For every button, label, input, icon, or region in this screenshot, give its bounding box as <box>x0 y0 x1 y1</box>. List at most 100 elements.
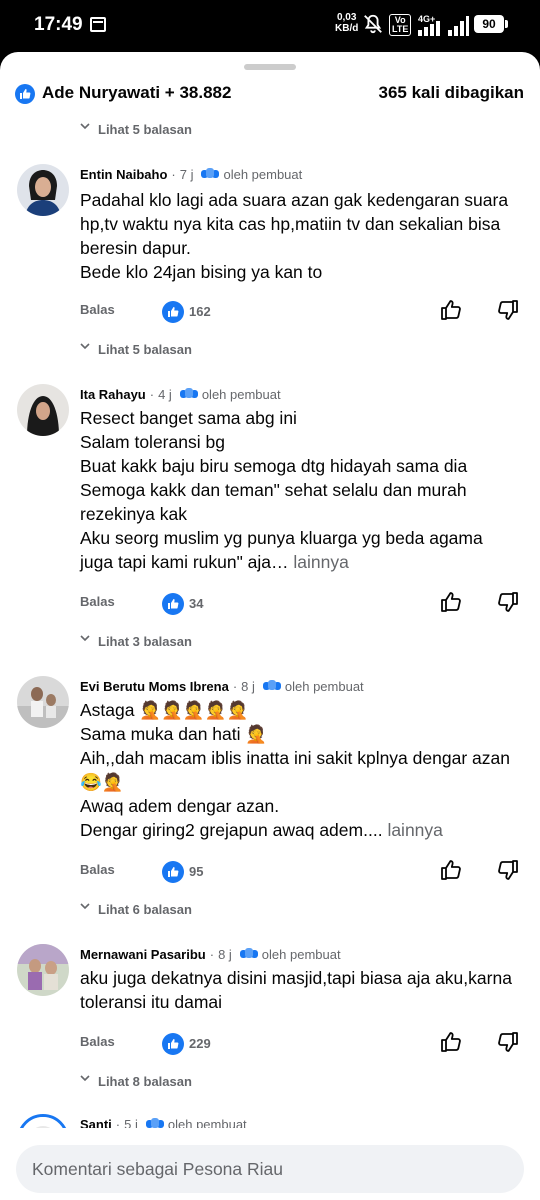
commenter-name[interactable]: Entin Naibaho <box>80 167 167 182</box>
like-icon <box>162 301 184 323</box>
calendar-icon <box>90 17 106 32</box>
thumb-down-icon[interactable] <box>496 858 520 882</box>
chevron-down-icon <box>80 635 90 642</box>
reply-button[interactable]: Balas <box>80 862 115 877</box>
author-badge-label: oleh pembuat <box>261 946 341 962</box>
view-replies-link[interactable]: Lihat 3 balasan <box>80 630 192 646</box>
comment-text: Resect banget sama abg ini Salam toleran… <box>80 408 483 572</box>
comment-input[interactable] <box>16 1145 524 1193</box>
author-badge-label: oleh pembuat <box>223 166 303 182</box>
commenter-name[interactable]: Santi <box>80 1117 112 1129</box>
thumb-down-icon[interactable] <box>496 590 520 614</box>
like-count[interactable]: 162 <box>189 304 211 319</box>
comment-actions: Balas 229 <box>0 1030 540 1058</box>
thumb-up-icon[interactable] <box>439 298 463 322</box>
comment-text: aku juga dekatnya disini masjid,tapi bia… <box>80 968 512 1012</box>
network-speed: 0,03 KB/d <box>335 12 358 34</box>
separator-dot: · <box>209 946 215 962</box>
thumb-down-icon[interactable] <box>496 298 520 322</box>
status-time: 17:49 <box>34 14 83 35</box>
thumb-up-icon[interactable] <box>439 1030 463 1054</box>
like-icon <box>162 861 184 883</box>
comment-actions: Balas 95 <box>0 858 540 886</box>
like-icon <box>162 1033 184 1055</box>
separator-dot: · <box>171 166 176 182</box>
reply-button[interactable]: Balas <box>80 1034 115 1049</box>
signal-icon: 4G+ <box>418 14 440 36</box>
author-badge-label: oleh pembuat <box>284 678 364 694</box>
chevron-down-icon <box>80 343 90 350</box>
view-replies-link[interactable]: Lihat 8 balasan <box>80 1070 192 1086</box>
author-badge-icon <box>179 388 198 398</box>
avatar[interactable] <box>17 676 69 728</box>
status-bar: 17:49 0,03 KB/d Vo LTE 4G+ 90 <box>0 0 540 52</box>
view-replies-link[interactable]: Lihat 5 balasan <box>80 118 192 134</box>
avatar[interactable] <box>17 944 69 996</box>
signal-label: 4G+ <box>418 14 435 24</box>
comment-body: Padahal klo lagi ada suara azan gak kede… <box>80 188 520 284</box>
reply-button[interactable]: Balas <box>80 302 115 317</box>
avatar[interactable] <box>17 384 69 436</box>
comment-time[interactable]: 7 j <box>180 167 194 182</box>
battery-indicator: 90 <box>474 15 508 33</box>
commenter-name[interactable]: Ita Rahayu <box>80 387 146 402</box>
comment-body: aku juga dekatnya disini masjid,tapi bia… <box>80 966 520 1014</box>
avatar[interactable] <box>17 164 69 216</box>
comment-body: Resect banget sama abg ini Salam toleran… <box>80 406 520 574</box>
chevron-down-icon <box>80 1075 90 1082</box>
reaction-summary-bar: Ade Nuryawati + 38.882 365 kali dibagika… <box>0 80 540 110</box>
view-replies-label: Lihat 5 balasan <box>98 121 192 135</box>
like-count[interactable]: 229 <box>189 1036 211 1051</box>
view-replies-link[interactable]: Lihat 5 balasan <box>80 338 192 354</box>
author-badge-icon <box>239 948 258 958</box>
thumb-up-icon[interactable] <box>439 858 463 882</box>
comment-header: Entin Naibaho · 7 j oleh pembuat <box>80 164 302 184</box>
like-count[interactable]: 34 <box>189 596 203 611</box>
comment-time[interactable]: 8 j <box>241 679 255 694</box>
comment-text: Padahal klo lagi ada suara azan gak kede… <box>80 190 509 282</box>
thumb-down-icon[interactable] <box>496 1030 520 1054</box>
author-badge-icon <box>262 680 281 690</box>
view-replies-label: Lihat 8 balasan <box>98 1073 192 1087</box>
comments-sheet: Ade Nuryawati + 38.882 365 kali dibagika… <box>0 52 540 1200</box>
author-badge-icon <box>145 1118 164 1128</box>
view-replies-link[interactable]: Lihat 6 balasan <box>80 898 192 914</box>
shares-count[interactable]: 365 kali dibagikan <box>378 83 524 103</box>
separator-dot: · <box>115 1116 121 1129</box>
thumb-up-icon[interactable] <box>439 590 463 614</box>
like-icon <box>15 84 35 104</box>
see-more-link[interactable]: lainnya <box>387 820 442 840</box>
comment-text: Astaga 🤦🤦🤦🤦🤦 Sama muka dan hati 🤦 Aih,,d… <box>80 700 510 840</box>
see-more-link[interactable]: lainnya <box>293 552 348 572</box>
like-icon <box>162 593 184 615</box>
author-badge-label: oleh pembuat <box>201 386 281 402</box>
comment-header: Ita Rahayu · 4 j oleh pembuat <box>80 384 281 404</box>
network-speed-unit: KB/d <box>335 23 359 34</box>
comment-actions: Balas 34 <box>0 590 540 618</box>
avatar[interactable] <box>17 1114 69 1128</box>
network-speed-value: 0,03 <box>336 12 357 23</box>
comment-header: Mernawani Pasaribu · 8 j oleh pembuat <box>80 944 341 964</box>
signal-icon <box>448 16 469 36</box>
reply-button[interactable]: Balas <box>80 594 115 609</box>
separator-dot: · <box>149 386 155 402</box>
author-badge-icon <box>201 168 220 178</box>
reactions-count[interactable]: Ade Nuryawati + 38.882 <box>42 83 231 103</box>
mute-icon <box>364 14 382 34</box>
commenter-name[interactable]: Evi Berutu Moms Ibrena <box>80 679 229 694</box>
comment-header: Santi · 5 j oleh pembuat <box>80 1114 247 1128</box>
view-replies-label: Lihat 3 balasan <box>98 633 192 647</box>
comment-time[interactable]: 8 j <box>218 947 232 962</box>
chevron-down-icon <box>80 903 90 910</box>
commenter-name[interactable]: Mernawani Pasaribu <box>80 947 206 962</box>
like-count[interactable]: 95 <box>189 864 203 879</box>
comment-composer <box>0 1128 540 1200</box>
separator-dot: · <box>232 678 238 694</box>
comment-actions: Balas 162 <box>0 298 540 326</box>
chevron-down-icon <box>80 123 90 130</box>
volte-icon: Vo LTE <box>389 14 412 36</box>
comment-time[interactable]: 4 j <box>158 387 172 402</box>
comment-time[interactable]: 5 j <box>124 1117 138 1129</box>
sheet-drag-handle[interactable] <box>244 64 296 70</box>
author-badge-label: oleh pembuat <box>167 1116 247 1129</box>
